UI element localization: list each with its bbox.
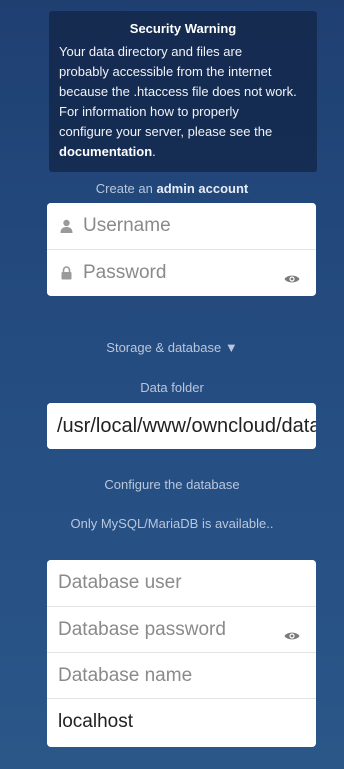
database-name-placeholder: Database name [58,664,193,686]
warning-line: configure your server, please see the [59,124,273,139]
username-field[interactable]: Username [47,203,316,249]
eye-icon[interactable] [284,625,300,639]
configure-database-label: Configure the database [104,477,240,492]
warning-line: because the .htaccess file does not work… [59,84,297,99]
admin-caption: Create an admin account [0,181,344,196]
storage-database-toggle[interactable]: Storage & database ▼ [0,340,344,355]
password-placeholder: Password [83,261,167,283]
data-folder-group: /usr/local/www/owncloud/data [47,403,316,449]
database-availability-note: Only MySQL/MariaDB is available.. [70,516,274,531]
warning-line: probably accessible from the internet [59,64,272,79]
warning-title: Security Warning [129,21,237,36]
database-host-value: localhost [58,710,133,732]
admin-credentials-group: Username Password [47,203,316,296]
warning-line: Your data directory and files are [59,44,243,59]
database-user-placeholder: Database user [58,572,182,593]
database-password-placeholder: Database password [58,618,226,640]
eye-icon[interactable] [284,268,300,282]
lock-icon [57,265,75,280]
database-group: Database user Database password Database… [47,560,316,747]
warning-suffix: . [152,144,156,159]
username-placeholder: Username [83,215,171,236]
documentation-link[interactable]: documentation [59,144,152,159]
user-icon [57,219,75,233]
admin-caption-prefix: Create an [95,181,153,196]
data-folder-input[interactable]: /usr/local/www/owncloud/data [47,403,316,449]
warning-line: For information how to properly [59,104,239,119]
admin-caption-bold: admin account [156,181,249,196]
security-warning: Security Warning Your data directory and… [49,11,317,172]
password-field[interactable]: Password [47,249,316,295]
database-user-field[interactable]: Database user [47,560,316,606]
data-folder-value: /usr/local/www/owncloud/data [57,414,316,437]
warning-text: Your data directory and files are probab… [59,42,307,162]
database-name-field[interactable]: Database name [47,652,316,698]
warning-line-last: documentation. [59,142,307,162]
data-folder-label: Data folder [140,380,204,395]
database-host-field[interactable]: localhost [47,698,316,744]
database-password-field[interactable]: Database password [47,606,316,652]
